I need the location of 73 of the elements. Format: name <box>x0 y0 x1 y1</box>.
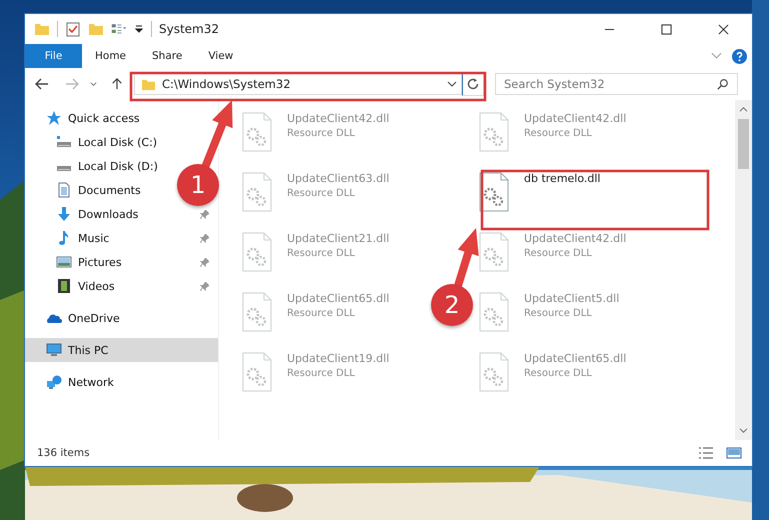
dll-file-icon <box>242 352 272 392</box>
file-menu-tab[interactable]: File <box>25 44 82 68</box>
file-name: UpdateClient21.dll <box>287 232 390 245</box>
nav-item[interactable]: Network <box>25 370 118 394</box>
nav-item[interactable]: Pictures <box>25 250 218 274</box>
item-count: 136 items <box>37 447 90 459</box>
dll-file-icon <box>479 292 509 332</box>
network-icon <box>46 374 62 390</box>
dll-file-icon <box>242 112 272 152</box>
nav-item[interactable]: Documents <box>25 178 145 202</box>
picture-icon <box>56 254 72 270</box>
expand-ribbon-icon[interactable] <box>711 52 722 60</box>
dll-file-icon <box>479 172 509 212</box>
nav-item[interactable]: Videos <box>25 274 218 298</box>
file-type: Resource DLL <box>524 248 593 259</box>
large-icons-view-icon[interactable] <box>726 446 742 460</box>
download-arrow-icon <box>56 206 72 222</box>
address-field[interactable]: C:\Windows\System32 <box>134 73 462 95</box>
drive-icon <box>56 134 72 150</box>
file-name: UpdateClient5.dll <box>524 292 620 305</box>
ribbon-tab[interactable]: Share <box>139 44 196 68</box>
dll-file-icon <box>479 112 509 152</box>
dll-file-icon <box>242 172 272 212</box>
drive-icon <box>56 165 72 172</box>
scroll-down-icon[interactable] <box>739 427 748 434</box>
dropdown-caret-icon[interactable] <box>447 80 457 88</box>
file-item[interactable]: db tremelo.dll <box>479 160 600 220</box>
address-path: C:\Windows\System32 <box>162 77 292 91</box>
file-type: Resource DLL <box>287 308 356 319</box>
file-type: Resource DLL <box>287 128 356 139</box>
details-view-icon[interactable] <box>698 446 714 460</box>
file-name: UpdateClient65.dll <box>287 292 390 305</box>
help-icon[interactable] <box>732 48 747 64</box>
nav-item[interactable]: Local Disk (C:) <box>25 130 162 154</box>
properties-icon[interactable] <box>65 21 81 37</box>
file-type: Resource DLL <box>287 368 356 379</box>
up-arrow-icon[interactable] <box>110 78 124 90</box>
dll-file-icon <box>479 232 509 272</box>
nav-item[interactable]: Music <box>25 226 218 250</box>
window-title: System32 <box>159 22 220 36</box>
dll-file-icon <box>242 292 272 332</box>
file-type: Resource DLL <box>524 368 593 379</box>
nav-item[interactable]: OneDrive <box>25 306 124 330</box>
film-icon <box>56 278 72 294</box>
search-field[interactable]: Search System32 <box>495 73 738 95</box>
ribbon-tab[interactable]: View <box>195 44 246 68</box>
monitor-icon <box>46 342 62 358</box>
file-name: UpdateClient63.dll <box>287 172 390 185</box>
star-icon <box>46 110 62 126</box>
dll-file-icon <box>479 352 509 392</box>
search-icon <box>717 78 729 90</box>
file-type: Resource DLL <box>287 248 356 259</box>
dll-file-icon <box>242 232 272 272</box>
file-name: db tremelo.dll <box>524 172 600 185</box>
file-name: UpdateClient65.dll <box>524 352 626 365</box>
file-name: UpdateClient19.dll <box>287 352 390 365</box>
refresh-icon[interactable] <box>462 72 484 96</box>
back-arrow-icon[interactable] <box>35 78 49 90</box>
file-name: UpdateClient42.dll <box>524 232 626 245</box>
recent-caret-icon[interactable] <box>89 80 98 88</box>
nav-item[interactable]: Local Disk (D:) <box>25 154 162 178</box>
scrollbar-thumb[interactable] <box>738 119 749 169</box>
file-name: UpdateClient42.dll <box>287 112 390 125</box>
file-type: Resource DLL <box>524 308 593 319</box>
scroll-up-icon[interactable] <box>739 106 748 113</box>
file-type: Resource DLL <box>287 188 356 199</box>
customize-caret-icon[interactable] <box>134 24 144 34</box>
document-icon <box>56 182 72 198</box>
ribbon-tab[interactable]: Home <box>82 44 140 68</box>
file-name: UpdateClient42.dll <box>524 112 626 125</box>
file-type: Resource DLL <box>524 128 593 139</box>
nav-item[interactable]: Quick access <box>25 106 144 130</box>
nav-item[interactable]: This PC <box>25 338 218 362</box>
